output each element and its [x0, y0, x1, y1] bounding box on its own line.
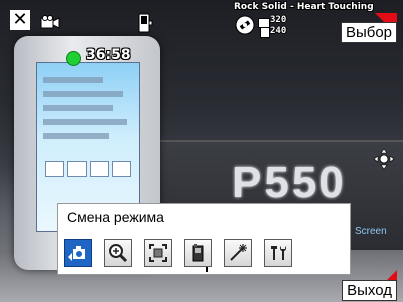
device-screen-row: [43, 105, 113, 111]
exit-softkey[interactable]: Выход: [342, 280, 397, 301]
device-tile: [67, 161, 87, 177]
device-screen-tiles: [45, 161, 131, 177]
menu-title: Смена режима: [67, 209, 164, 225]
frame-icon: [149, 244, 167, 262]
tools-button[interactable]: [264, 239, 292, 267]
resolution-width: 320: [270, 15, 287, 25]
phone-memory-icon: [138, 13, 153, 33]
device-screen-row: [43, 119, 127, 125]
device-screen-row: [43, 77, 103, 83]
camera-mode-button[interactable]: [64, 239, 92, 267]
recording-indicator-icon: [66, 51, 81, 66]
device-tile: [111, 161, 131, 177]
storage-button[interactable]: [184, 239, 212, 267]
mode-change-menu: Смена режима: [57, 203, 351, 275]
camera-viewfinder: P550 Screen ✕ 36:58 Rock Solid - Heart T…: [0, 0, 403, 302]
menu-button-row: [64, 239, 292, 267]
camera-mode-icon: [68, 246, 85, 261]
background-screen-text: Screen: [355, 226, 387, 237]
tools-icon: [271, 246, 286, 260]
device-tile: [89, 161, 109, 177]
song-title: Rock Solid - Heart Touching: [234, 2, 374, 12]
storage-icon: [192, 244, 204, 262]
video-camera-icon: [40, 15, 60, 29]
device-screen-row: [43, 133, 109, 139]
select-softkey[interactable]: Выбор: [340, 22, 397, 43]
zoom-button[interactable]: [104, 239, 132, 267]
menu-pointer: [206, 267, 208, 272]
zoom-icon: [109, 244, 128, 263]
effects-icon: [230, 244, 247, 261]
close-icon[interactable]: ✕: [10, 10, 30, 30]
device-screen-row: [43, 91, 123, 97]
dpad-icon: [373, 148, 395, 170]
effects-button[interactable]: [224, 239, 252, 267]
resolution-box-icon: [260, 27, 270, 38]
satellite-icon: [235, 15, 255, 35]
background-model-text: P550: [232, 158, 347, 207]
frame-button[interactable]: [144, 239, 172, 267]
resolution-height: 240: [270, 26, 287, 36]
device-tile: [45, 161, 65, 177]
recording-timer: 36:58: [86, 47, 131, 63]
resolution-indicator: 320 240: [258, 15, 296, 39]
